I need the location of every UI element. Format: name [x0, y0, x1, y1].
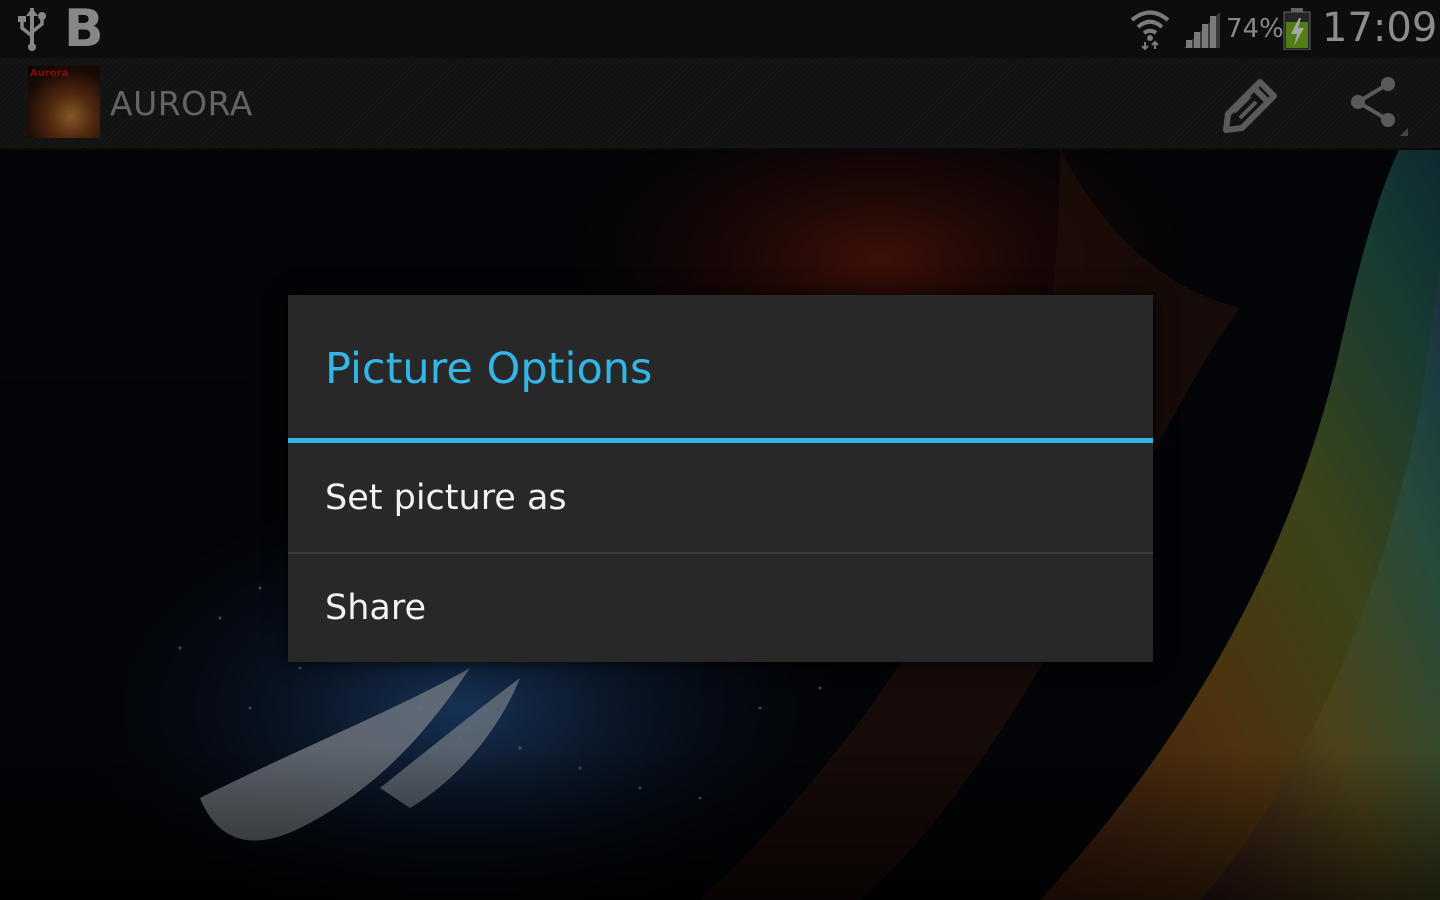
dialog-title-divider	[288, 438, 1153, 443]
screen: B 74% 17:09 Aurora AURORA Picture Option…	[0, 0, 1440, 900]
picture-options-dialog: Picture Options Set picture as Share	[288, 295, 1153, 662]
share-option[interactable]: Share	[288, 554, 1153, 662]
set-picture-as-label: Set picture as	[325, 478, 567, 518]
share-label: Share	[325, 588, 427, 628]
set-picture-as-option[interactable]: Set picture as	[288, 444, 1153, 552]
dialog-title: Picture Options	[325, 344, 653, 394]
